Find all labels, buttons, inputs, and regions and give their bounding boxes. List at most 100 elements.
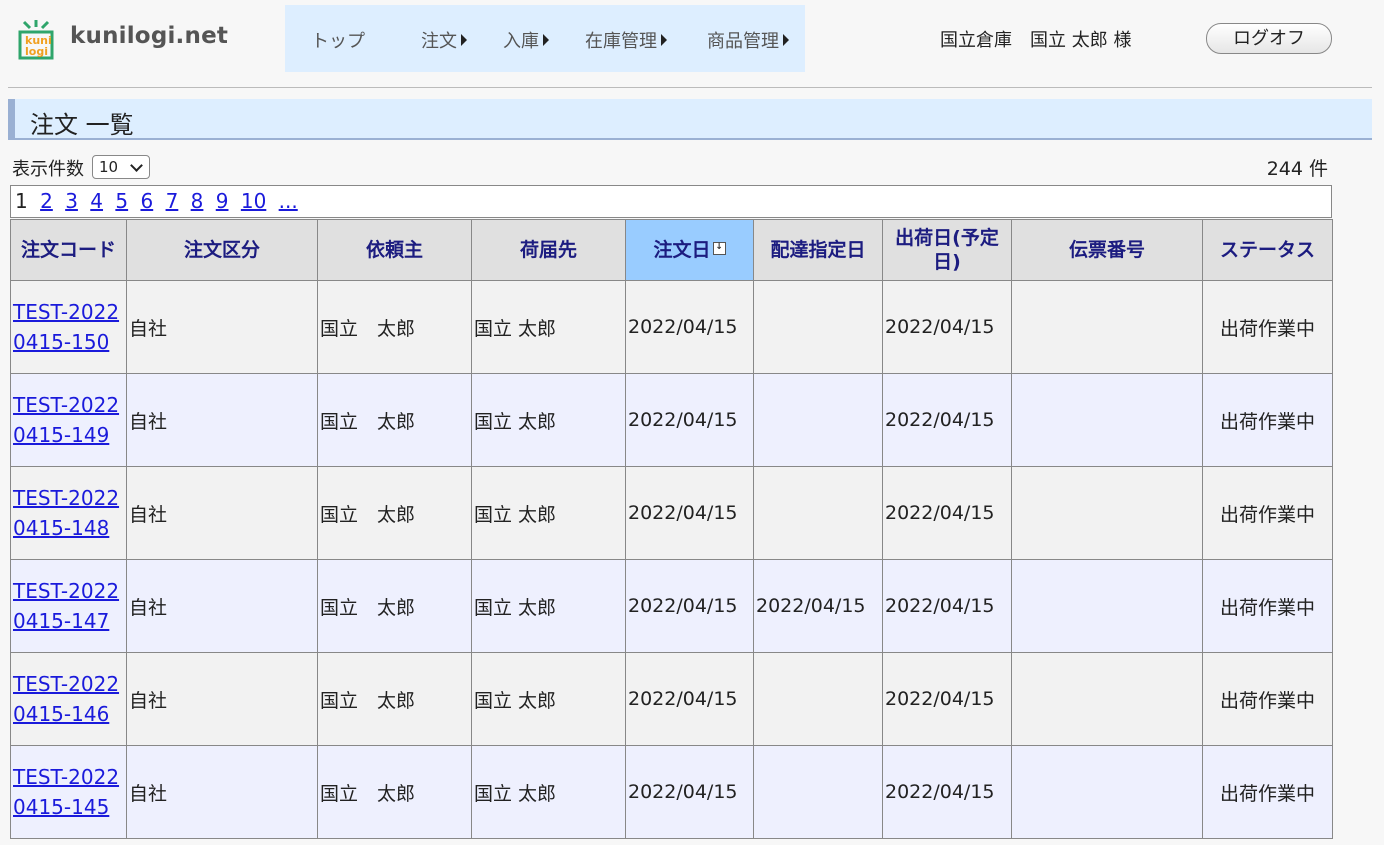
cell-code: TEST-20220415-147 xyxy=(10,559,127,653)
col-header[interactable]: 荷届先 xyxy=(471,219,626,281)
order-code-link[interactable]: TEST-20220415-147 xyxy=(13,579,119,633)
cell-type: 自社 xyxy=(126,280,318,374)
cell-delivery-date xyxy=(753,280,883,374)
caret-right-icon xyxy=(543,34,549,46)
nav-item-label: 在庫管理 xyxy=(585,31,657,52)
cell-delivery-date xyxy=(753,466,883,560)
cell-status: 出荷作業中 xyxy=(1202,745,1333,839)
cell-recipient: 国立 太郎 xyxy=(471,466,626,560)
order-code-link[interactable]: TEST-20220415-149 xyxy=(13,393,119,447)
table-row: TEST-20220415-147 自社 国立 太郎 国立 太郎 2022/04/15 2… xyxy=(10,559,1333,653)
cell-order-date: 2022/04/15 xyxy=(625,559,754,653)
cell-ship-date: 2022/04/15 xyxy=(882,466,1012,560)
table-row: TEST-20220415-148 自社 国立 太郎 国立 太郎 2022/04/15 2… xyxy=(10,466,1333,560)
pager-link[interactable]: 3 xyxy=(65,189,78,213)
cell-delivery-date xyxy=(753,373,883,467)
cell-requester: 国立 太郎 xyxy=(317,280,472,374)
cell-order-date: 2022/04/15 xyxy=(625,373,754,467)
cell-slip-number xyxy=(1011,373,1203,467)
pager-link[interactable]: 7 xyxy=(166,189,179,213)
sort-desc-icon: ↓ xyxy=(712,242,726,255)
cell-ship-date: 2022/04/15 xyxy=(882,652,1012,746)
cell-requester: 国立 太郎 xyxy=(317,466,472,560)
chevron-down-icon xyxy=(130,159,143,172)
cell-requester: 国立 太郎 xyxy=(317,373,472,467)
nav-item-inventory[interactable]: 在庫管理 xyxy=(585,27,667,53)
order-code-link[interactable]: TEST-20220415-146 xyxy=(13,672,119,726)
page-title: 注文 一覧 xyxy=(30,111,134,139)
cell-code: TEST-20220415-149 xyxy=(10,373,127,467)
order-code-link[interactable]: TEST-20220415-148 xyxy=(13,486,119,540)
cell-order-date: 2022/04/15 xyxy=(625,745,754,839)
logo[interactable]: kuni logi kunilogi.net xyxy=(14,10,229,66)
nav-item-label: 注文 xyxy=(421,31,457,52)
cell-type: 自社 xyxy=(126,652,318,746)
header-divider xyxy=(8,87,1372,88)
pagination: 1 2 3 4 5 6 7 8 9 10 ... xyxy=(10,185,1332,218)
col-header-sorted[interactable]: 注文日 ↓ xyxy=(625,219,754,281)
cell-slip-number xyxy=(1011,745,1203,839)
cell-recipient: 国立 太郎 xyxy=(471,373,626,467)
col-header[interactable]: 注文区分 xyxy=(126,219,318,281)
nav-item-products[interactable]: 商品管理 xyxy=(707,27,789,53)
nav-item-order[interactable]: 注文 xyxy=(421,27,467,53)
cell-code: TEST-20220415-148 xyxy=(10,466,127,560)
cell-ship-date: 2022/04/15 xyxy=(882,280,1012,374)
pager-link[interactable]: 2 xyxy=(40,189,53,213)
table-row: TEST-20220415-146 自社 国立 太郎 国立 太郎 2022/04/15 2… xyxy=(10,652,1333,746)
pager-link[interactable]: 4 xyxy=(90,189,103,213)
cell-recipient: 国立 太郎 xyxy=(471,652,626,746)
cell-type: 自社 xyxy=(126,373,318,467)
order-code-link[interactable]: TEST-20220415-145 xyxy=(13,765,119,819)
page-title-bar: 注文 一覧 xyxy=(8,99,1372,140)
col-header[interactable]: 出荷日(予定日) xyxy=(882,219,1012,281)
orders-table: 注文コード 注文区分 依頼主 荷届先 注文日 ↓ 配達指定日 出荷日(予定日) 伝… xyxy=(10,219,1333,839)
cell-delivery-date xyxy=(753,652,883,746)
cell-status: 出荷作業中 xyxy=(1202,373,1333,467)
cell-status: 出荷作業中 xyxy=(1202,559,1333,653)
pager-link[interactable]: 5 xyxy=(115,189,128,213)
logo-badge-icon: kuni logi xyxy=(18,20,54,60)
cell-order-date: 2022/04/15 xyxy=(625,652,754,746)
pager-link[interactable]: 8 xyxy=(191,189,204,213)
nav-item-top[interactable]: トップ xyxy=(311,27,365,53)
per-page-value: 10 xyxy=(99,158,119,176)
cell-order-date: 2022/04/15 xyxy=(625,466,754,560)
cell-ship-date: 2022/04/15 xyxy=(882,559,1012,653)
cell-type: 自社 xyxy=(126,745,318,839)
cell-delivery-date xyxy=(753,745,883,839)
nav-item-receiving[interactable]: 入庫 xyxy=(503,27,549,53)
col-header[interactable]: ステータス xyxy=(1202,219,1333,281)
logoff-button[interactable]: ログオフ xyxy=(1206,23,1332,54)
cell-delivery-date: 2022/04/15 xyxy=(753,559,883,653)
col-header[interactable]: 注文コード xyxy=(10,219,127,281)
logo-badge-bottom: logi xyxy=(25,45,48,58)
cell-slip-number xyxy=(1011,466,1203,560)
order-code-link[interactable]: TEST-20220415-150 xyxy=(13,300,119,354)
cell-requester: 国立 太郎 xyxy=(317,745,472,839)
caret-right-icon xyxy=(661,34,667,46)
table-header-row: 注文コード 注文区分 依頼主 荷届先 注文日 ↓ 配達指定日 出荷日(予定日) 伝… xyxy=(10,219,1333,281)
pager-link[interactable]: 6 xyxy=(140,189,153,213)
per-page-select[interactable]: 10 xyxy=(92,155,150,179)
col-header[interactable]: 配達指定日 xyxy=(753,219,883,281)
col-header[interactable]: 伝票番号 xyxy=(1011,219,1203,281)
col-header[interactable]: 依頼主 xyxy=(317,219,472,281)
pager-link[interactable]: 9 xyxy=(216,189,229,213)
cell-status: 出荷作業中 xyxy=(1202,652,1333,746)
nav-item-label: トップ xyxy=(311,31,365,52)
cell-code: TEST-20220415-145 xyxy=(10,745,127,839)
cell-type: 自社 xyxy=(126,559,318,653)
cell-slip-number xyxy=(1011,652,1203,746)
pager-link-more[interactable]: ... xyxy=(279,189,298,213)
cell-status: 出荷作業中 xyxy=(1202,280,1333,374)
cell-code: TEST-20220415-146 xyxy=(10,652,127,746)
caret-right-icon xyxy=(783,34,789,46)
cell-type: 自社 xyxy=(126,466,318,560)
table-row: TEST-20220415-150 自社 国立 太郎 国立 太郎 2022/04/15 2… xyxy=(10,280,1333,374)
total-count: 244 件 xyxy=(1266,158,1328,180)
col-header-label: 注文日 xyxy=(653,239,711,261)
main-nav: トップ 注文 入庫 在庫管理 商品管理 xyxy=(285,5,805,72)
cell-ship-date: 2022/04/15 xyxy=(882,373,1012,467)
pager-link[interactable]: 10 xyxy=(241,189,266,213)
